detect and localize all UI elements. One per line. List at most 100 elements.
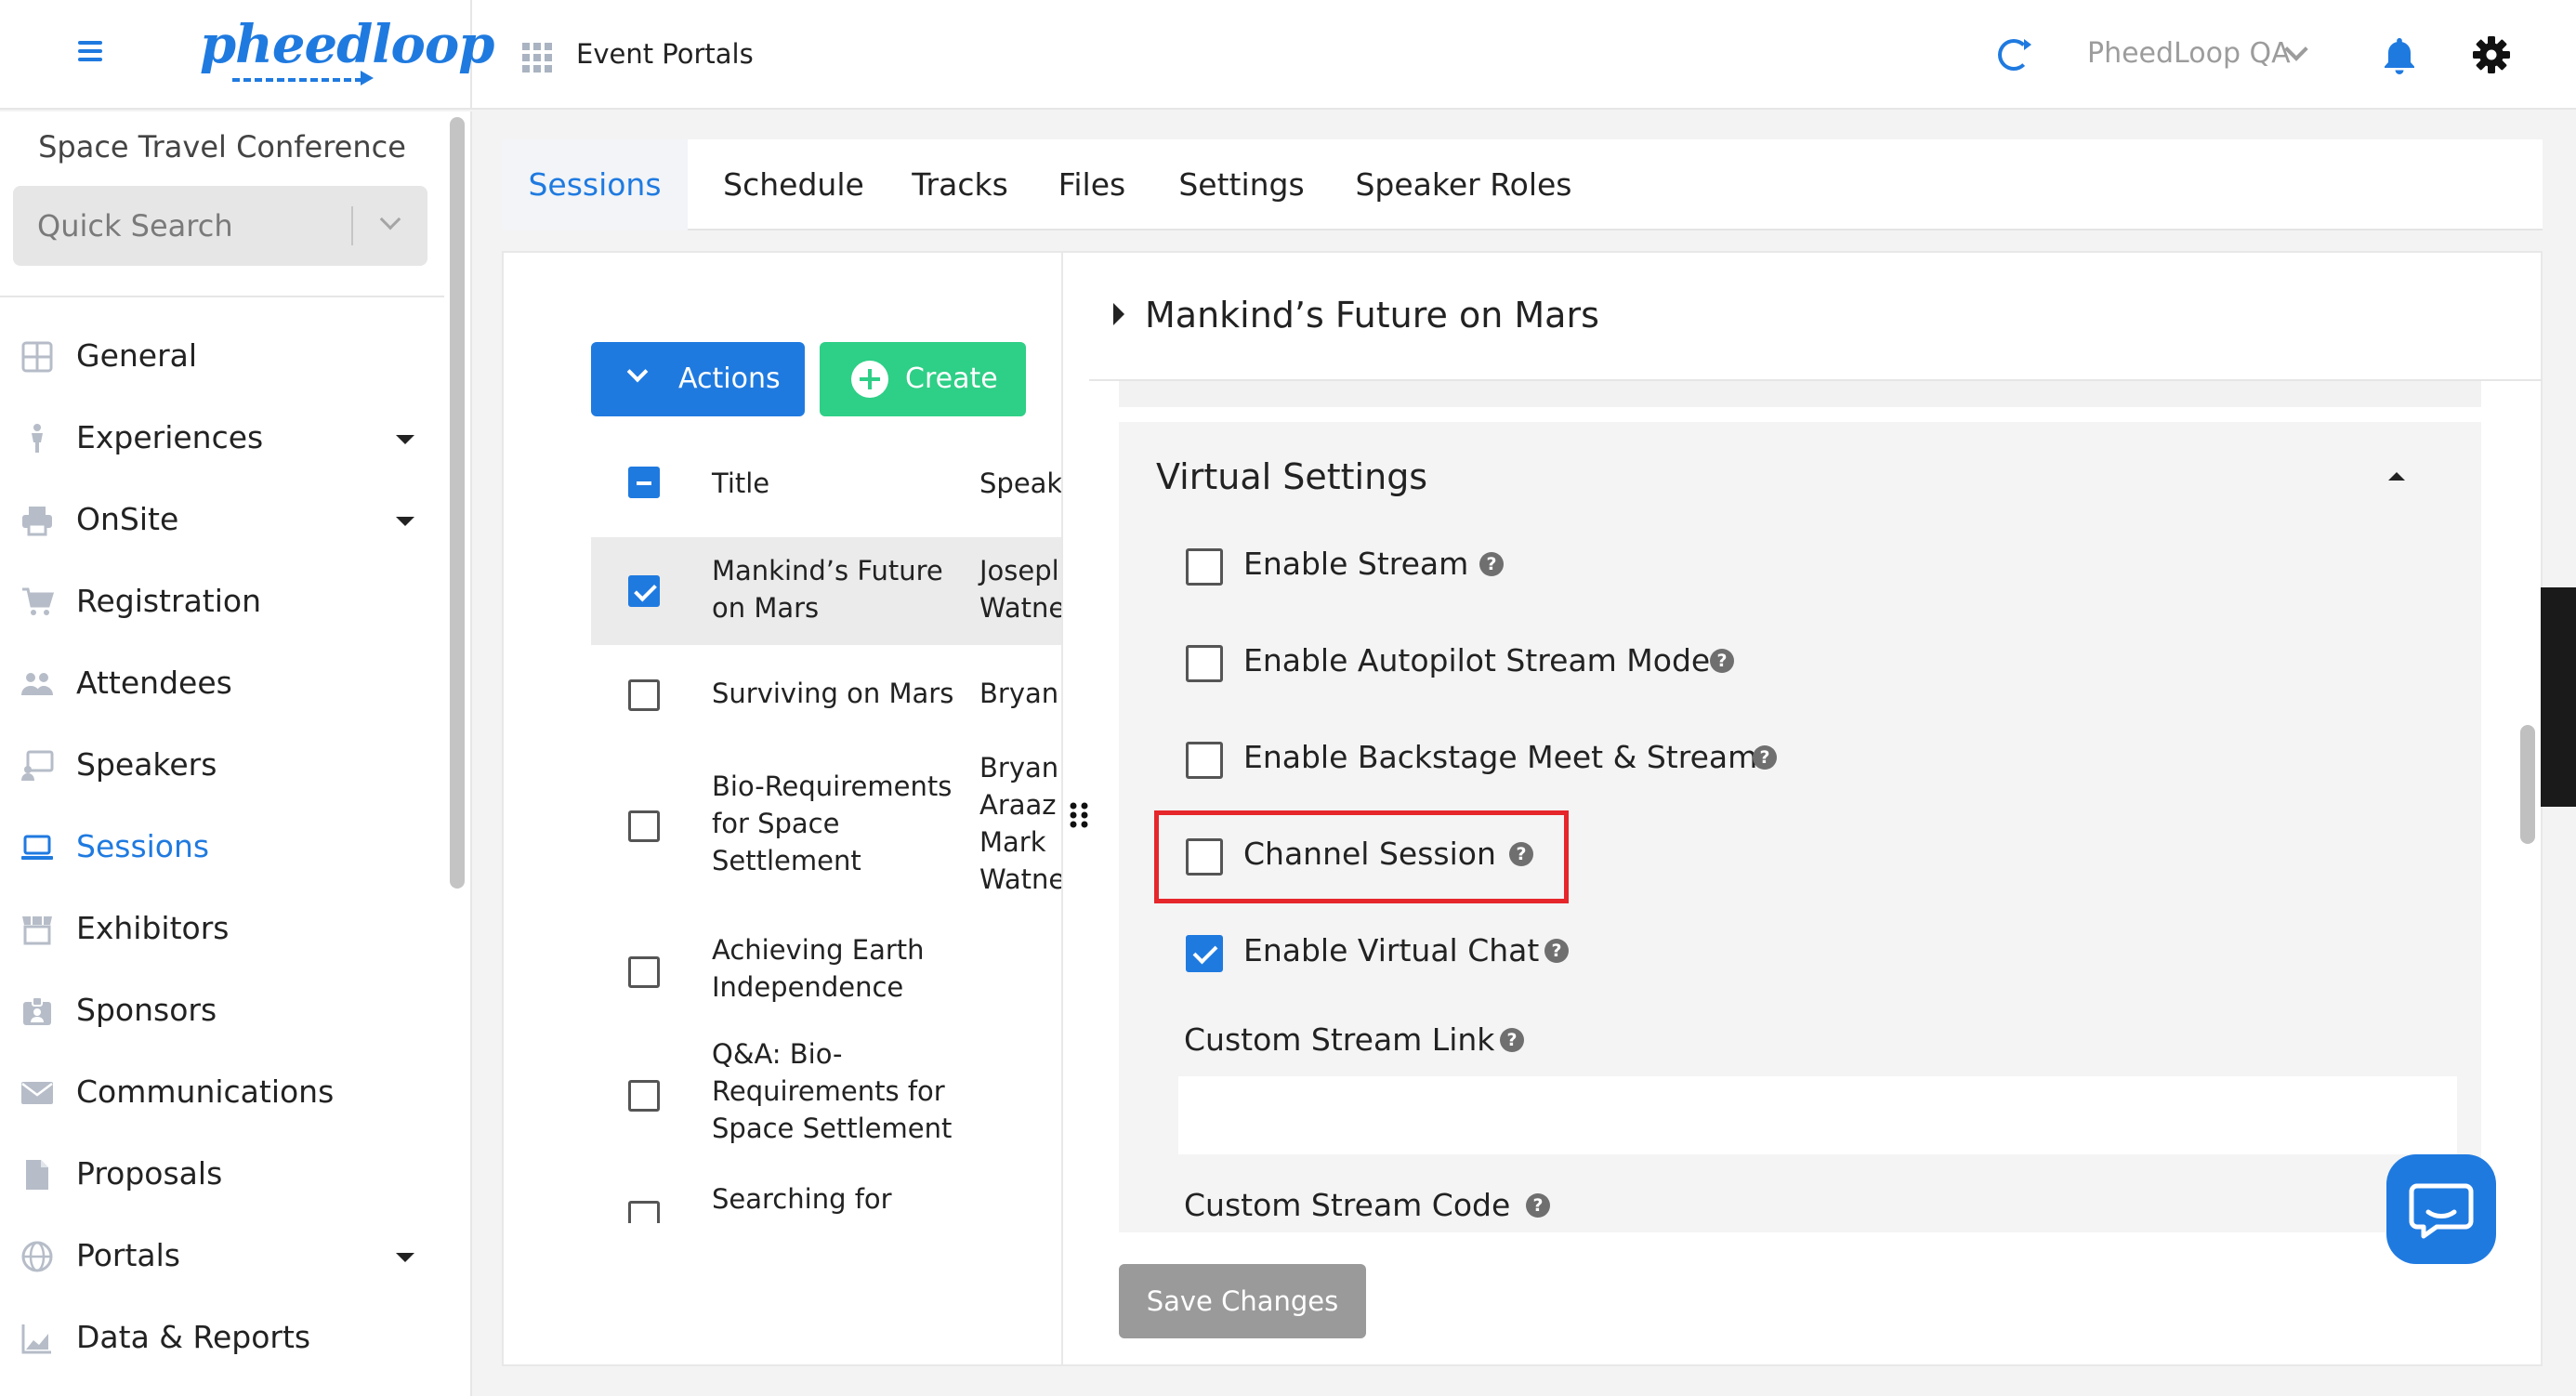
sidebar-item-label: Registration (76, 583, 261, 619)
sidebar-item-sponsors[interactable]: Sponsors (0, 974, 444, 1048)
collapse-caret-icon[interactable] (2388, 472, 2405, 481)
refresh-icon[interactable] (1998, 39, 2031, 71)
printer-icon (22, 507, 52, 536)
column-header-title[interactable]: Title (712, 465, 769, 502)
sidebar-item-data-reports[interactable]: Data & Reports (0, 1301, 444, 1376)
session-detail-title[interactable]: Mankind’s Future on Mars (1145, 292, 1599, 338)
row-checkbox[interactable] (628, 1080, 660, 1112)
support-chat-button[interactable] (2386, 1154, 2496, 1264)
row-checkbox[interactable] (628, 575, 660, 607)
table-row[interactable]: Mankind’s Future on Mars Josepl Watne (591, 537, 1061, 645)
sidebar-item-exhibitors[interactable]: Exhibitors (0, 892, 444, 967)
notification-bell-icon[interactable] (2381, 35, 2418, 76)
option-enable-virtual-chat[interactable]: Enable Virtual Chat ? (1119, 915, 2481, 989)
help-icon[interactable]: ? (1479, 552, 1504, 576)
table-row[interactable]: Bio-Requirements for Space Settlement Br… (591, 740, 1061, 913)
option-label: Channel Session (1243, 836, 1496, 872)
virtual-settings-panel: Virtual Settings Enable Stream ? Enable … (1119, 422, 2481, 1232)
document-icon (26, 1160, 48, 1190)
sidebar-item-attendees[interactable]: Attendees (0, 647, 444, 721)
apps-grid-icon[interactable] (522, 43, 552, 72)
sidebar-item-label: Portals (76, 1237, 181, 1273)
content-scrollbar-thumb[interactable] (2520, 725, 2535, 844)
hamburger-menu-icon[interactable] (78, 41, 102, 61)
sessions-table: Title Speak Mankind’s Future on Mars Jos… (591, 437, 1061, 1223)
select-all-checkbox[interactable] (628, 467, 660, 498)
caret-down-icon[interactable] (396, 1253, 414, 1262)
help-icon[interactable]: ? (1710, 649, 1734, 673)
option-enable-autopilot-stream-mode[interactable]: Enable Autopilot Stream Mode ? (1119, 625, 2481, 699)
actions-button[interactable]: Actions (591, 342, 805, 416)
row-checkbox[interactable] (628, 956, 660, 988)
feedback-tab[interactable] (2541, 587, 2576, 807)
tab-schedule[interactable]: Schedule (710, 139, 877, 230)
storefront-icon (22, 916, 52, 945)
quick-search-select[interactable]: Quick Search (13, 186, 427, 266)
enable-backstage-checkbox[interactable] (1186, 742, 1223, 779)
option-enable-stream[interactable]: Enable Stream ? (1119, 528, 2481, 602)
sidebar-item-registration[interactable]: Registration (0, 565, 444, 639)
bar-chart-icon (21, 1324, 51, 1354)
help-icon[interactable]: ? (1753, 745, 1777, 770)
help-icon[interactable]: ? (1544, 939, 1569, 963)
sidebar-item-speakers[interactable]: Speakers (0, 729, 444, 803)
laptop-icon (21, 835, 53, 860)
channel-session-checkbox[interactable] (1186, 838, 1223, 876)
option-label: Enable Autopilot Stream Mode (1243, 642, 1711, 678)
tab-files[interactable]: Files (1041, 139, 1143, 230)
row-checkbox[interactable] (628, 679, 660, 711)
session-title[interactable]: Achieving Earth Independence (712, 931, 972, 1006)
settings-gear-icon[interactable] (2472, 35, 2511, 74)
option-enable-backstage[interactable]: Enable Backstage Meet & Stream ? (1119, 721, 2481, 796)
save-changes-button[interactable]: Save Changes (1119, 1264, 1366, 1338)
sidebar-item-communications[interactable]: Communications (0, 1056, 444, 1130)
enable-autopilot-checkbox[interactable] (1186, 645, 1223, 682)
sidebar-item-general[interactable]: General (0, 320, 444, 394)
drag-handle-icon[interactable] (1069, 801, 1089, 829)
enable-stream-checkbox[interactable] (1186, 548, 1223, 586)
caret-down-icon[interactable] (396, 517, 414, 526)
session-title[interactable]: Q&A: Bio-Requirements for Space Settleme… (712, 1035, 972, 1147)
panel-divider (1061, 251, 1063, 1366)
session-title[interactable]: Surviving on Mars (712, 675, 972, 712)
row-checkbox[interactable] (628, 1201, 660, 1223)
app-section-title[interactable]: Event Portals (576, 35, 754, 72)
session-title[interactable]: Searching for (712, 1180, 972, 1218)
table-row[interactable]: Searching for (591, 1167, 1061, 1223)
sidebar-scrollbar-thumb[interactable] (450, 117, 465, 889)
sidebar-item-proposals[interactable]: Proposals (0, 1138, 444, 1212)
sidebar-item-onsite[interactable]: OnSite (0, 483, 444, 558)
session-title[interactable]: Bio-Requirements for Space Settlement (712, 768, 972, 879)
organization-selector[interactable]: PheedLoop QA (2087, 33, 2291, 74)
tab-tracks[interactable]: Tracks (900, 139, 1020, 230)
tab-speaker-roles[interactable]: Speaker Roles (1338, 139, 1589, 230)
sidebar-item-sessions[interactable]: Sessions (0, 810, 444, 885)
help-icon[interactable]: ? (1509, 842, 1533, 866)
caret-down-icon[interactable] (396, 435, 414, 444)
table-row[interactable]: Surviving on Mars Bryan (591, 645, 1061, 740)
enable-virtual-chat-checkbox[interactable] (1186, 935, 1223, 972)
help-icon[interactable]: ? (1526, 1193, 1550, 1218)
help-icon[interactable]: ? (1500, 1028, 1524, 1052)
create-button[interactable]: Create (820, 342, 1026, 416)
section-heading[interactable]: Virtual Settings (1156, 452, 1427, 502)
session-speakers: Bryan Araaz Mark Watne (979, 752, 1061, 895)
column-header-speakers[interactable]: Speak (979, 465, 1061, 502)
table-row[interactable]: Q&A: Bio-Requirements for Space Settleme… (591, 1024, 1061, 1167)
sidebar-item-portals[interactable]: Portals (0, 1219, 444, 1294)
sidebar-item-experiences[interactable]: Experiences (0, 402, 444, 476)
sidebar-item-label: Speakers (76, 746, 217, 783)
session-title[interactable]: Mankind’s Future on Mars (712, 552, 972, 626)
sidebar-item-label: Communications (76, 1073, 335, 1110)
custom-stream-link-label: Custom Stream Link (1184, 1021, 1495, 1058)
row-checkbox[interactable] (628, 810, 660, 842)
tab-settings[interactable]: Settings (1165, 139, 1318, 230)
sidebar-item-label: Attendees (76, 665, 232, 701)
option-channel-session[interactable]: Channel Session ? (1119, 818, 2481, 892)
sidebar-item-label: Data & Reports (76, 1319, 311, 1355)
tab-sessions[interactable]: Sessions (502, 139, 688, 230)
custom-stream-link-input[interactable] (1178, 1076, 2457, 1154)
expand-caret-icon[interactable] (1113, 303, 1124, 325)
table-row[interactable]: Achieving Earth Independence (591, 913, 1061, 1024)
chevron-down-icon[interactable] (379, 208, 401, 230)
